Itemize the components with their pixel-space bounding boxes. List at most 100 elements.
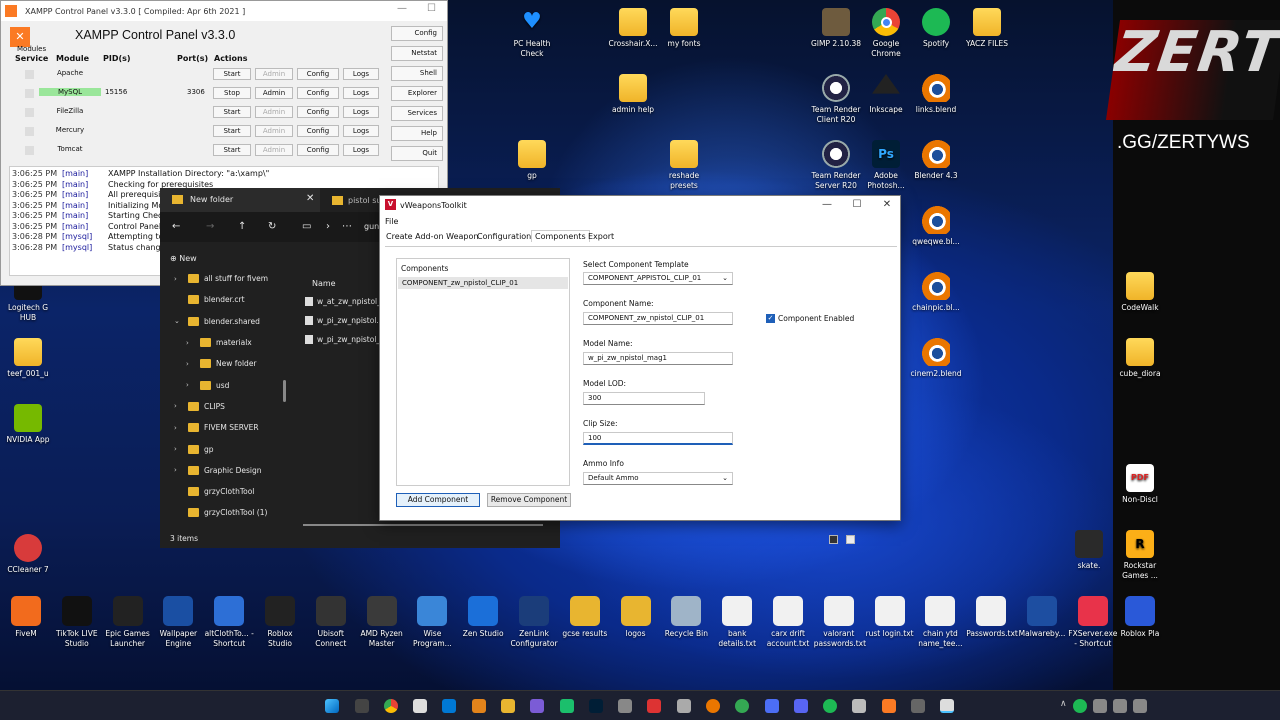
ammo-dropdown[interactable]: Default Ammo ⌄ <box>583 472 733 485</box>
component-name-field[interactable]: COMPONENT_zw_npistol_CLIP_01 <box>583 312 733 325</box>
spotify-icon[interactable] <box>823 699 837 713</box>
admin-button[interactable]: Admin <box>255 106 293 118</box>
config-button[interactable]: Config <box>297 125 339 137</box>
tray-icon[interactable] <box>1133 699 1147 713</box>
view-icon[interactable]: ▭ <box>302 221 311 232</box>
desktop-icon-photoshop[interactable]: Ps Adobe Photosh... <box>858 140 914 191</box>
tree-item[interactable]: › New folder <box>160 353 290 374</box>
logs-button[interactable]: Logs <box>343 125 379 137</box>
app-icon[interactable] <box>413 699 427 713</box>
vweapons-toolkit-window[interactable]: V vWeaponsToolkit — ☐ ✕ File Create Add-… <box>379 195 901 521</box>
admin-button[interactable]: Admin <box>255 144 293 156</box>
xampp-icon[interactable] <box>882 699 896 713</box>
desktop-icon[interactable]: Roblox Studio <box>255 596 305 649</box>
desktop-icon[interactable]: rust login.txt <box>865 596 915 639</box>
details-view-icon[interactable] <box>829 535 838 544</box>
tree-item[interactable]: › all stuff for fivem <box>160 268 290 289</box>
desktop-icon-pc-health[interactable]: ♥ PC Health Check <box>504 8 560 59</box>
desktop-icon-blender[interactable]: Blender 4.3 <box>908 140 964 181</box>
desktop-icon[interactable]: Zen Studio <box>458 596 508 639</box>
maximize-icon[interactable]: ☐ <box>842 196 872 214</box>
desktop-icon[interactable]: Passwords.txt <box>966 596 1018 639</box>
desktop-icon-spotify[interactable]: Spotify <box>908 8 964 49</box>
discord-icon[interactable] <box>794 699 808 713</box>
close-icon[interactable]: ✕ <box>872 196 902 214</box>
app-icon[interactable] <box>852 699 866 713</box>
address-bar[interactable]: gun <box>364 222 379 231</box>
desktop-icon-qweqwe[interactable]: qweqwe.bl... <box>908 206 964 247</box>
service-checkbox[interactable] <box>25 70 34 79</box>
desktop-icon-cube-diora[interactable]: cube_diora <box>1112 338 1168 379</box>
app-icon[interactable] <box>735 699 749 713</box>
name-column-header[interactable]: Name <box>312 279 336 288</box>
remove-component-button[interactable]: Remove Component <box>487 493 571 507</box>
config-button[interactable]: Config <box>297 87 339 99</box>
desktop-icon[interactable]: Epic Games Launcher <box>103 596 153 649</box>
start-stop-button[interactable]: Start <box>213 106 251 118</box>
start-stop-button[interactable]: Stop <box>213 87 251 99</box>
list-item[interactable]: COMPONENT_zw_npistol_CLIP_01 <box>398 277 568 289</box>
desktop-icon-links-blend[interactable]: links.blend <box>908 74 964 115</box>
desktop-icon-non-disclosure[interactable]: PDF Non-Discl <box>1112 464 1168 505</box>
back-icon[interactable]: ← <box>172 221 180 232</box>
desktop-icon[interactable]: carx drift account.txt <box>763 596 813 649</box>
desktop-icon[interactable]: Roblox Pla <box>1115 596 1165 639</box>
close-tab-icon[interactable]: ✕ <box>306 193 314 204</box>
tree-scrollbar[interactable] <box>283 380 286 402</box>
more-icon[interactable]: ⋯ <box>342 221 352 232</box>
desktop-icon-admin-help[interactable]: admin help <box>605 74 661 115</box>
logs-button[interactable]: Logs <box>343 144 379 156</box>
desktop-icon[interactable]: altClothTo... - Shortcut <box>204 596 254 649</box>
tree-item[interactable]: grzyClothTool (1) <box>160 502 290 523</box>
desktop-icon-skate[interactable]: skate. <box>1061 530 1117 571</box>
logs-button[interactable]: Logs <box>343 68 379 80</box>
app-icon[interactable] <box>530 699 544 713</box>
tab-export[interactable]: Export <box>588 232 614 241</box>
start-stop-button[interactable]: Start <box>213 144 251 156</box>
desktop-icon-crosshair[interactable]: Crosshair.X... <box>605 8 661 49</box>
explorer-tab-2[interactable]: pistol su <box>348 196 382 205</box>
tree-item[interactable]: › usd <box>160 374 290 395</box>
tab-components[interactable]: Components <box>531 230 590 242</box>
refresh-icon[interactable]: ↻ <box>268 221 276 232</box>
chrome-icon[interactable] <box>384 699 398 713</box>
app-icon[interactable] <box>472 699 486 713</box>
config-button[interactable]: Config <box>297 144 339 156</box>
xampp-titlebar[interactable]: XAMPP Control Panel v3.3.0 [ Compiled: A… <box>1 1 447 21</box>
app-icon[interactable] <box>765 699 779 713</box>
tray-chevron-icon[interactable]: ∧ <box>1060 699 1067 709</box>
desktop-icon-codewalk[interactable]: CodeWalk <box>1112 272 1168 313</box>
file-row[interactable]: w_at_zw_npistol_s <box>305 297 385 306</box>
tray-icon[interactable] <box>1093 699 1107 713</box>
desktop-icon[interactable]: bank details.txt <box>712 596 762 649</box>
tree-item[interactable]: blender.crt <box>160 289 290 310</box>
add-component-button[interactable]: Add Component <box>396 493 480 507</box>
admin-button[interactable]: Admin <box>255 68 293 80</box>
tab-create-addon[interactable]: Create Add-on Weapon <box>386 232 478 241</box>
tree-item[interactable]: › gp <box>160 438 290 459</box>
start-stop-button[interactable]: Start <box>213 125 251 137</box>
service-checkbox[interactable] <box>25 89 34 98</box>
desktop-icon[interactable]: Recycle Bin <box>661 596 711 639</box>
vweapons-taskbar-icon[interactable] <box>940 699 954 713</box>
desktop-icon-ccleaner[interactable]: CCleaner 7 <box>0 534 56 575</box>
start-stop-button[interactable]: Start <box>213 68 251 80</box>
explorer-tab[interactable]: New folder ✕ <box>160 188 320 212</box>
admin-button[interactable]: Admin <box>255 125 293 137</box>
start-icon[interactable] <box>325 699 339 713</box>
desktop-icon-yacz-files[interactable]: YACZ FILES <box>959 8 1015 49</box>
up-icon[interactable]: ↑ <box>238 221 246 232</box>
chevron-right-icon[interactable]: › <box>326 221 330 232</box>
desktop-icon-team-render-server[interactable]: Team Render Server R20 <box>808 140 864 191</box>
desktop-icon[interactable]: Malwareby... <box>1017 596 1067 639</box>
service-checkbox[interactable] <box>25 146 34 155</box>
desktop-icon-rockstar[interactable]: R Rockstar Games ... <box>1112 530 1168 581</box>
desktop-icon-team-render-client[interactable]: Team Render Client R20 <box>808 74 864 125</box>
xampp-netstat-button[interactable]: Netstat <box>391 46 443 61</box>
file-row[interactable]: w_pi_zw_npistol.y <box>305 316 383 325</box>
components-list[interactable]: Components COMPONENT_zw_npistol_CLIP_01 <box>396 258 570 486</box>
component-enabled-checkbox[interactable]: ✓ <box>766 314 775 323</box>
tree-item[interactable]: › CLIPS <box>160 396 290 417</box>
desktop-icon[interactable]: Wallpaper Engine <box>153 596 203 649</box>
template-dropdown[interactable]: COMPONENT_APPISTOL_CLIP_01 ⌄ <box>583 272 733 285</box>
